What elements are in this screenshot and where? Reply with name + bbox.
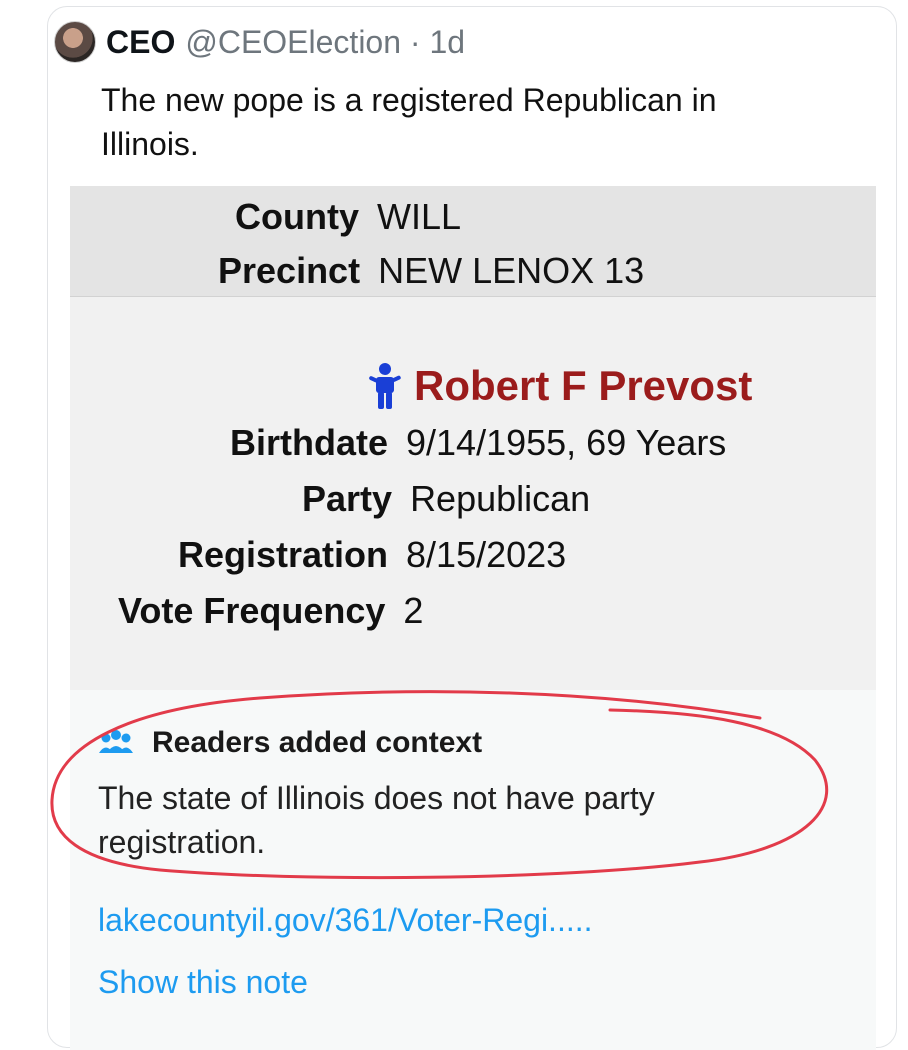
people-group-icon (99, 730, 133, 753)
note-title: Readers added context (152, 726, 483, 759)
county-value: WILL (376, 196, 462, 237)
party-label: Party (302, 478, 393, 519)
person-icon (369, 363, 401, 409)
party-value: Republican (410, 478, 591, 519)
tweet-media-image[interactable]: County WILL Precinct NEW LENOX 13 Robert… (70, 186, 876, 690)
registration-label: Registration (178, 534, 389, 575)
birthdate-label: Birthdate (230, 422, 389, 463)
vote-frequency-label: Vote Frequency (118, 590, 386, 631)
note-body: The state of Illinois does not have part… (98, 780, 655, 860)
avatar[interactable] (54, 21, 96, 63)
precinct-row: Precinct NEW LENOX 13 (218, 250, 644, 292)
precinct-value: NEW LENOX 13 (378, 250, 645, 291)
birthdate-row: Birthdate 9/14/1955, 69 Years (230, 422, 726, 464)
tweet-text: The new pope is a registered Republican … (101, 82, 717, 162)
registration-row: Registration 8/15/2023 (178, 534, 566, 576)
voter-name: Robert F Prevost (414, 362, 753, 409)
note-source-link[interactable]: lakecountyil.gov/361/Voter-Regi..... (98, 902, 593, 939)
tweet-header: CEO @CEOElection · 1d (54, 16, 465, 68)
county-label: County (235, 196, 359, 237)
vote-frequency-row: Vote Frequency 2 (118, 590, 423, 632)
community-note: Readers added context The state of Illin… (70, 690, 876, 1050)
county-row: County WILL (235, 196, 461, 238)
precinct-label: Precinct (218, 250, 361, 291)
note-header: Readers added context (98, 726, 482, 760)
party-row: Party Republican (302, 478, 590, 520)
birthdate-value: 9/14/1955, 69 Years (406, 422, 727, 463)
show-note-link[interactable]: Show this note (98, 964, 308, 1001)
vote-frequency-value: 2 (403, 590, 424, 631)
voter-name-row: Robert F Prevost (366, 362, 752, 410)
author-handle-time[interactable]: @CEOElection · 1d (185, 24, 465, 61)
author-name[interactable]: CEO (106, 24, 175, 61)
registration-value: 8/15/2023 (406, 534, 567, 575)
